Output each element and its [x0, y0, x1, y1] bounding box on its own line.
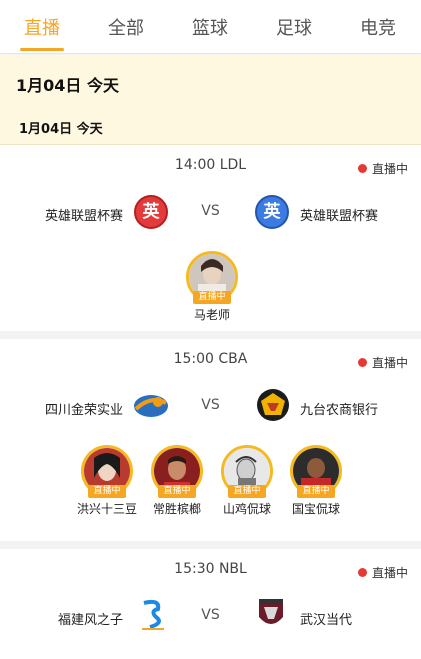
match-card[interactable]: 15:30 NBL 直播中 福建风之子 VS 武汉当代 [0, 549, 421, 659]
away-team-name: 九台农商银行 [300, 403, 379, 418]
live-badge: 直播中 [297, 485, 335, 498]
live-badge: 直播中 [88, 485, 126, 498]
anchor-name: 国宝侃球 [291, 502, 340, 516]
live-dot-icon [357, 164, 367, 173]
anchor-name: 常胜槟榔 [152, 502, 201, 516]
wuhan-team-logo [256, 595, 286, 633]
date-header: 1月04日 今天 1月04日 今天 [0, 55, 421, 145]
live-badge: 直播中 [228, 485, 266, 498]
anchor-name: 马老师 [193, 308, 230, 322]
live-dot-icon [357, 358, 367, 367]
category-tab-bar: 直播 全部 篮球 足球 电竞 [0, 0, 421, 54]
jiutai-team-logo [255, 387, 291, 423]
away-team-name: 武汉当代 [300, 613, 353, 628]
tab-football[interactable]: 足球 [276, 14, 312, 40]
live-dot-icon [357, 568, 367, 577]
tab-basketball[interactable]: 篮球 [192, 14, 228, 40]
match-card[interactable]: 15:00 CBA 直播中 四川金荣实业 VS 九台农商银行 直播中 洪兴十三豆… [0, 339, 421, 549]
tab-live[interactable]: 直播 [24, 14, 60, 40]
date-subtitle: 1月04日 今天 [19, 122, 103, 137]
tab-all[interactable]: 全部 [108, 14, 144, 40]
away-team-logo: 英 [255, 195, 289, 229]
anchor-name: 山鸡侃球 [222, 502, 271, 516]
away-team-name: 英雄联盟杯赛 [300, 209, 379, 224]
vs-label: VS [201, 607, 220, 623]
anchor-name: 洪兴十三豆 [77, 502, 138, 516]
active-tab-indicator [20, 48, 64, 51]
live-badge: 直播中 [158, 485, 196, 498]
live-badge: 直播中 [193, 291, 231, 304]
tab-esports[interactable]: 电竞 [360, 14, 396, 40]
match-card[interactable]: 14:00 LDL 直播中 英雄联盟杯赛 英 VS 英 英雄联盟杯赛 直播中 马… [0, 145, 421, 339]
date-title: 1月04日 今天 [16, 76, 119, 95]
live-status: 直播中 [357, 564, 408, 581]
live-status: 直播中 [357, 354, 408, 371]
live-status: 直播中 [357, 160, 408, 177]
